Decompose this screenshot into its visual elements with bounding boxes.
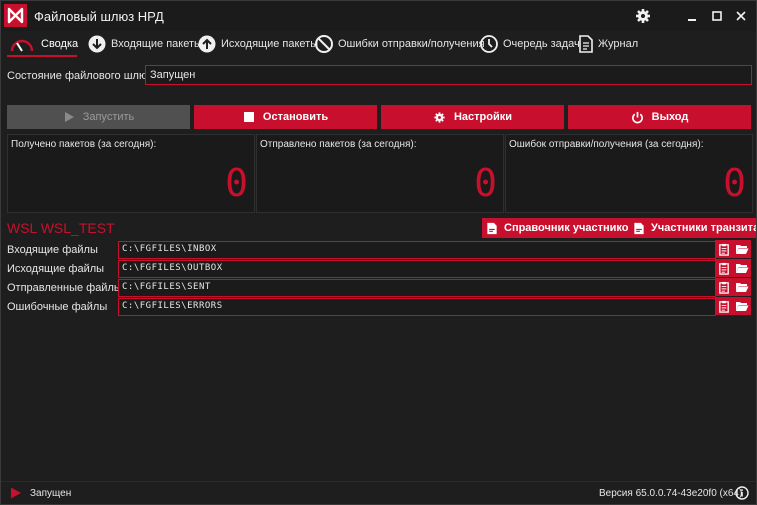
arrow-up-circle-icon — [197, 34, 217, 54]
sent-label: Отправленные файлы — [7, 282, 122, 294]
tab-label: Ошибки отправки/получения — [338, 38, 485, 50]
version-text: Версия 65.0.0.74-43e20f0 (x64) — [599, 488, 743, 499]
gateway-status-field: Запущен — [145, 65, 752, 85]
folder-open-icon[interactable] — [735, 300, 749, 312]
start-button[interactable]: Запустить — [7, 105, 190, 129]
errors-label: Ошибок отправки/получения (за сегодня): — [509, 139, 704, 150]
settings-button[interactable]: Настройки — [381, 105, 564, 129]
stop-button-label: Остановить — [262, 111, 329, 123]
received-packets-label: Получено пакетов (за сегодня): — [11, 139, 157, 150]
forbidden-icon — [314, 34, 334, 54]
outbox-path: C:\FGFILES\OUTBOX — [122, 263, 223, 273]
received-packets-value: 0 — [225, 161, 248, 205]
maximize-button[interactable] — [708, 7, 726, 25]
stop-icon — [243, 112, 254, 122]
errors-value: 0 — [723, 161, 746, 205]
settings-button-label: Настройки — [453, 111, 513, 123]
tab-label: Очередь задач — [503, 38, 580, 50]
app-logo-icon — [4, 4, 27, 27]
inbox-path: C:\FGFILES\INBOX — [122, 244, 217, 254]
participants-directory-label: Справочник участников — [504, 222, 636, 234]
stop-button[interactable]: Остановить — [194, 105, 377, 129]
arrow-down-circle-icon — [87, 34, 107, 54]
gear-icon — [434, 111, 445, 123]
errors-path: C:\FGFILES\ERRORS — [122, 301, 223, 311]
clipboard-icon[interactable] — [718, 262, 730, 275]
info-icon[interactable] — [735, 486, 749, 500]
clock-icon — [479, 34, 499, 54]
tab-outgoing-packets[interactable]: Исходящие пакеты — [197, 31, 318, 57]
tab-label: Исходящие пакеты — [221, 38, 319, 50]
play-status-icon — [11, 487, 21, 499]
tab-task-queue[interactable]: Очередь задач — [479, 31, 580, 57]
sent-packets-panel: Отправлено пакетов (за сегодня): 0 — [256, 134, 504, 213]
transit-participants-button[interactable]: Участники транзита — [629, 218, 757, 238]
exit-button-label: Выход — [651, 111, 689, 123]
app-title: Файловый шлюз НРД — [34, 9, 164, 24]
pdf-document-icon — [634, 222, 644, 234]
sent-path-field[interactable]: C:\FGFILES\SENT — [118, 279, 716, 297]
outbox-label: Исходящие файлы — [7, 263, 105, 275]
close-button[interactable] — [732, 7, 750, 25]
folder-open-icon[interactable] — [735, 243, 749, 255]
play-icon — [64, 112, 74, 122]
inbox-actions — [715, 240, 751, 258]
gateway-status-value: Запущен — [150, 69, 196, 81]
gateway-status-label: Состояние файлового шлюза — [7, 70, 159, 82]
errors-path-field[interactable]: C:\FGFILES\ERRORS — [118, 298, 716, 316]
inbox-path-field[interactable]: C:\FGFILES\INBOX — [118, 241, 716, 259]
sent-actions — [715, 278, 751, 296]
app-window: Файловый шлюз НРД Сводка Входящие пакеты… — [0, 0, 757, 505]
title-bar: Файловый шлюз НРД — [1, 1, 756, 31]
power-icon — [631, 111, 643, 123]
errors-panel: Ошибок отправки/получения (за сегодня): … — [505, 134, 753, 213]
tab-label: Сводка — [41, 38, 79, 50]
clipboard-icon[interactable] — [718, 300, 730, 313]
tab-send-receive-errors[interactable]: Ошибки отправки/получения — [314, 31, 485, 57]
status-bar: Запущен Версия 65.0.0.74-43e20f0 (x64) — [1, 481, 756, 504]
tab-journal[interactable]: Журнал — [578, 31, 638, 57]
wsl-name: WSL WSL_TEST — [7, 220, 115, 236]
statusbar-state: Запущен — [30, 488, 72, 499]
folder-open-icon[interactable] — [735, 281, 749, 293]
outbox-path-field[interactable]: C:\FGFILES\OUTBOX — [118, 260, 716, 278]
exit-button[interactable]: Выход — [568, 105, 751, 129]
active-tab-indicator — [7, 55, 77, 57]
settings-gear-icon[interactable] — [634, 7, 652, 25]
transit-participants-label: Участники транзита — [651, 222, 757, 234]
sent-path: C:\FGFILES\SENT — [122, 282, 211, 292]
clipboard-icon[interactable] — [718, 243, 730, 256]
folder-open-icon[interactable] — [735, 262, 749, 274]
minimize-button[interactable] — [683, 7, 701, 25]
sent-packets-label: Отправлено пакетов (за сегодня): — [260, 139, 417, 150]
errors-folder-label: Ошибочные файлы — [7, 301, 108, 313]
main-tabs: Сводка Входящие пакеты Исходящие пакеты — [1, 31, 756, 57]
errors-actions — [715, 297, 751, 315]
received-packets-panel: Получено пакетов (за сегодня): 0 — [7, 134, 255, 213]
start-button-label: Запустить — [82, 111, 135, 123]
tab-summary[interactable]: Сводка — [9, 31, 78, 57]
tab-label: Входящие пакеты — [111, 38, 202, 50]
pdf-document-icon — [487, 222, 497, 234]
outbox-actions — [715, 259, 751, 277]
inbox-label: Входящие файлы — [7, 244, 98, 256]
document-icon — [578, 34, 594, 54]
tab-label: Журнал — [598, 38, 639, 50]
participants-directory-button[interactable]: Справочник участников — [482, 218, 640, 238]
clipboard-icon[interactable] — [718, 281, 730, 294]
tab-incoming-packets[interactable]: Входящие пакеты — [87, 31, 202, 57]
sent-packets-value: 0 — [474, 161, 497, 205]
speedometer-icon — [9, 34, 34, 54]
